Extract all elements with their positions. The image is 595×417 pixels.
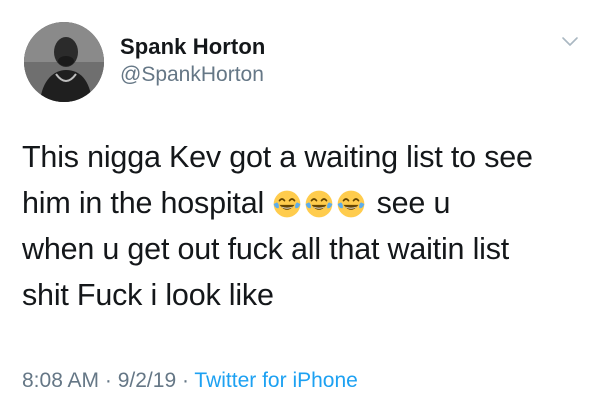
tweet-text-line-3: when u get out fuck all that waitin list (22, 232, 510, 266)
tweet-text-line-2-end: see u (368, 186, 451, 220)
author-handle[interactable]: @SpankHorton (120, 63, 264, 87)
meta-separator: · (176, 369, 195, 392)
face-with-tears-of-joy-icon (273, 190, 301, 218)
tweet-text-line-2: him in the hospital see u (22, 180, 582, 226)
face-with-tears-of-joy-icon (305, 190, 333, 218)
meta-separator: · (99, 369, 118, 392)
tweet-time[interactable]: 8:08 AM (22, 369, 99, 392)
tweet-date[interactable]: 9/2/19 (118, 369, 176, 392)
avatar[interactable] (24, 22, 104, 102)
tweet-text-line-1: This nigga Kev got a waiting list to see (22, 140, 533, 174)
avatar-image (24, 22, 104, 102)
tweet-text-line-2-start: him in the hospital (22, 186, 265, 220)
face-with-tears-of-joy-icon (337, 190, 365, 218)
tweet-meta: 8:08 AM · 9/2/19 · Twitter for iPhone (22, 369, 358, 393)
chevron-down-icon[interactable] (561, 34, 579, 48)
tweet-text: This nigga Kev got a waiting list to see… (22, 134, 582, 318)
tweet-source-link[interactable]: Twitter for iPhone (194, 369, 357, 392)
author-name[interactable]: Spank Horton (120, 34, 265, 60)
tweet-text-line-4: shit Fuck i look like (22, 278, 274, 312)
tweet-card[interactable]: Spank Horton @SpankHorton This nigga Kev… (0, 0, 595, 417)
